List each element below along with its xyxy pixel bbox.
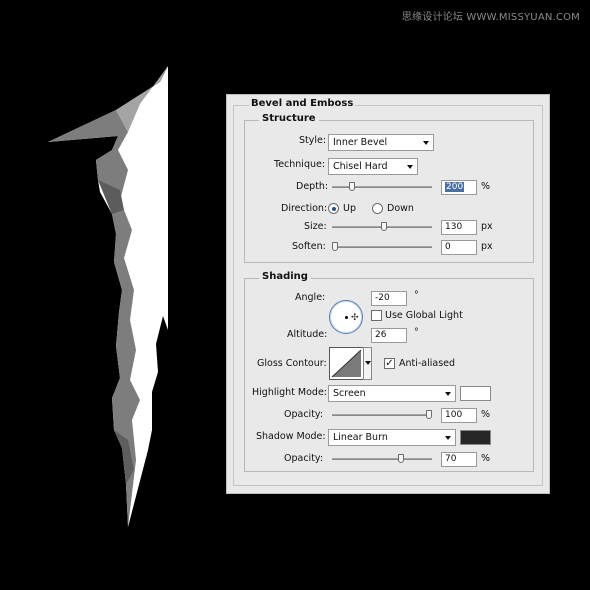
angle-input-value: -20 — [375, 293, 390, 303]
highlight-color-swatch[interactable] — [460, 386, 491, 401]
shadow-opacity-label: Opacity: — [284, 453, 324, 464]
style-label: Style: — [299, 135, 327, 146]
angle-label: Angle: — [295, 292, 326, 303]
soften-slider-thumb[interactable] — [332, 242, 338, 251]
highlight-opacity-track[interactable] — [332, 414, 432, 416]
size-slider-thumb[interactable] — [380, 222, 387, 231]
shading-title: Shading — [259, 271, 311, 282]
anti-aliased-label: Anti-aliased — [399, 358, 456, 369]
direction-down-label: Down — [387, 203, 414, 214]
shadow-mode-label: Shadow Mode: — [256, 431, 326, 442]
use-global-light-checkbox[interactable] — [371, 310, 382, 321]
soften-label: Soften: — [292, 241, 326, 252]
size-input[interactable]: 130 — [441, 220, 477, 235]
depth-slider-track[interactable] — [332, 186, 432, 188]
depth-label: Depth: — [296, 181, 329, 192]
shadow-mode-select[interactable]: Linear Burn — [328, 429, 456, 446]
direction-down-radio[interactable] — [372, 203, 383, 214]
gloss-contour-preview[interactable] — [329, 347, 364, 380]
depth-unit: % — [481, 181, 491, 192]
direction-up-radio[interactable] — [328, 203, 339, 214]
anti-aliased-checkbox[interactable]: ✓ — [384, 358, 395, 369]
highlight-mode-select[interactable]: Screen — [328, 385, 456, 402]
style-select[interactable]: Inner Bevel — [328, 134, 434, 151]
depth-slider-thumb[interactable] — [348, 182, 355, 191]
shadow-color-swatch[interactable] — [460, 430, 491, 445]
highlight-mode-value: Screen — [333, 388, 366, 399]
highlight-opacity-unit: % — [481, 409, 491, 420]
altitude-unit: ° — [414, 327, 419, 338]
angle-dial[interactable]: ✣ — [329, 300, 363, 334]
technique-select-value: Chisel Hard — [333, 161, 388, 172]
soften-input[interactable]: 0 — [441, 240, 477, 255]
shadow-mode-value: Linear Burn — [333, 432, 388, 443]
altitude-label: Altitude: — [287, 329, 328, 340]
depth-input-value: 200 — [445, 182, 465, 192]
altitude-input-value: 26 — [375, 330, 387, 340]
altitude-input[interactable]: 26 — [371, 328, 407, 343]
shadow-opacity-track[interactable] — [332, 458, 432, 460]
beveled-shape-artwork — [48, 66, 168, 527]
angle-unit: ° — [414, 290, 419, 301]
size-unit: px — [481, 221, 493, 232]
soften-input-value: 0 — [445, 242, 451, 252]
linear-contour-icon — [331, 349, 362, 378]
technique-select[interactable]: Chisel Hard — [328, 158, 418, 175]
panel-title: Bevel and Emboss — [249, 98, 356, 109]
angle-input[interactable]: -20 — [371, 291, 407, 306]
shadow-opacity-value: 70 — [445, 454, 457, 464]
chevron-down-icon — [365, 361, 371, 365]
depth-input[interactable]: 200 — [441, 180, 477, 195]
chevron-down-icon — [445, 436, 451, 440]
highlight-opacity-thumb[interactable] — [426, 410, 432, 419]
site-watermark: 思缘设计论坛 WWW.MISSYUAN.COM — [401, 12, 580, 23]
technique-label: Technique: — [274, 159, 326, 170]
gloss-contour-label: Gloss Contour: — [257, 358, 327, 369]
highlight-opacity-label: Opacity: — [284, 409, 324, 420]
soften-slider-track[interactable] — [332, 246, 432, 248]
gloss-contour-dropdown[interactable] — [363, 347, 372, 380]
shadow-opacity-thumb[interactable] — [397, 454, 404, 463]
layer-style-panel: Bevel and Emboss Structure Style: Inner … — [226, 94, 550, 494]
size-label: Size: — [304, 221, 327, 232]
use-global-light-label: Use Global Light — [385, 310, 463, 321]
chevron-down-icon — [445, 392, 451, 396]
direction-up-label: Up — [343, 203, 356, 214]
chevron-down-icon — [407, 165, 413, 169]
direction-label: Direction: — [281, 203, 328, 214]
size-input-value: 130 — [445, 222, 463, 232]
soften-unit: px — [481, 241, 493, 252]
crosshair-icon: ✣ — [351, 313, 359, 323]
shadow-opacity-input[interactable]: 70 — [441, 452, 477, 467]
style-select-value: Inner Bevel — [333, 137, 388, 148]
highlight-mode-label: Highlight Mode: — [252, 387, 327, 398]
structure-title: Structure — [259, 113, 319, 124]
highlight-opacity-input[interactable]: 100 — [441, 408, 477, 423]
angle-dial-center — [345, 316, 348, 319]
chevron-down-icon — [423, 141, 429, 145]
shadow-opacity-unit: % — [481, 453, 491, 464]
highlight-opacity-value: 100 — [445, 410, 463, 420]
